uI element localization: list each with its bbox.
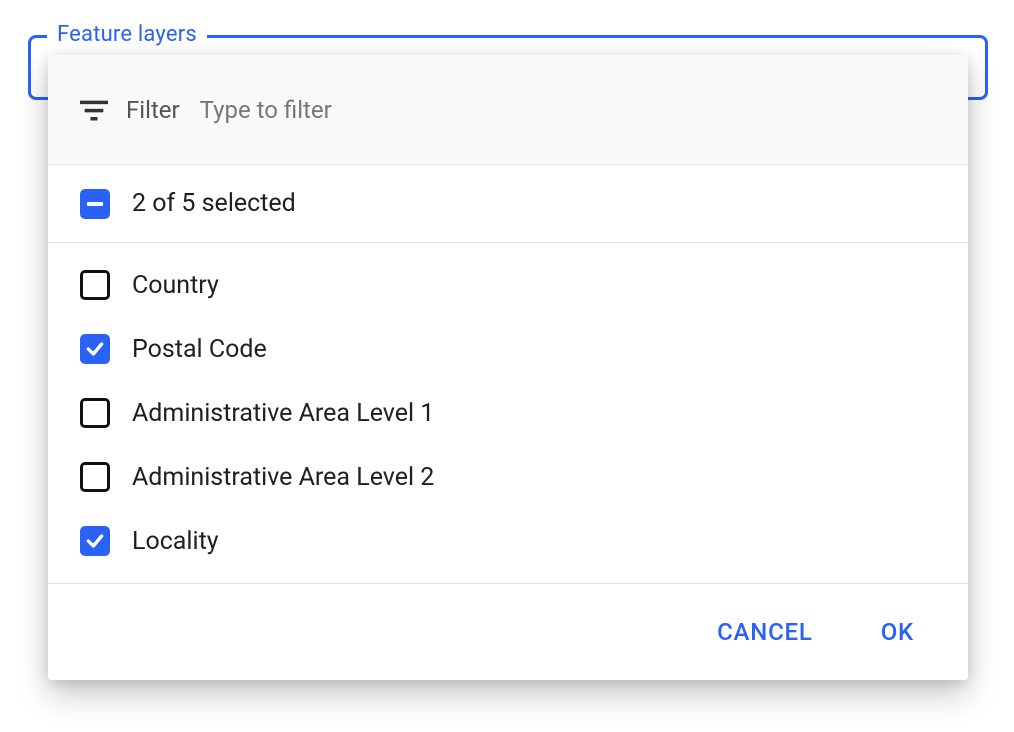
option-label: Administrative Area Level 1 [132,399,434,428]
option-label: Country [132,271,219,300]
selection-summary-text: 2 of 5 selected [132,189,296,218]
checkbox-admin-area-1[interactable] [80,398,110,428]
dialog-footer: CANCEL OK [48,584,968,680]
checkbox-country[interactable] [80,270,110,300]
filter-bar: Filter [48,55,968,165]
option-label: Administrative Area Level 2 [132,463,434,492]
feature-layers-dropdown-panel: Filter 2 of 5 selected Country Postal Co… [48,55,968,680]
option-label: Postal Code [132,335,267,364]
options-list: Country Postal Code Administrative Area … [48,243,968,584]
option-locality[interactable]: Locality [48,509,968,573]
filter-icon [80,98,108,122]
filter-label: Filter [126,96,180,124]
option-admin-area-1[interactable]: Administrative Area Level 1 [48,381,968,445]
option-label: Locality [132,527,219,556]
feature-layers-legend: Feature layers [47,22,207,47]
option-postal-code[interactable]: Postal Code [48,317,968,381]
checkbox-postal-code[interactable] [80,334,110,364]
checkbox-admin-area-2[interactable] [80,462,110,492]
select-all-row[interactable]: 2 of 5 selected [48,165,968,243]
option-country[interactable]: Country [48,253,968,317]
ok-button[interactable]: OK [877,610,918,654]
cancel-button[interactable]: CANCEL [713,610,817,654]
filter-input[interactable] [198,95,936,125]
option-admin-area-2[interactable]: Administrative Area Level 2 [48,445,968,509]
select-all-checkbox[interactable] [80,189,110,219]
checkbox-locality[interactable] [80,526,110,556]
